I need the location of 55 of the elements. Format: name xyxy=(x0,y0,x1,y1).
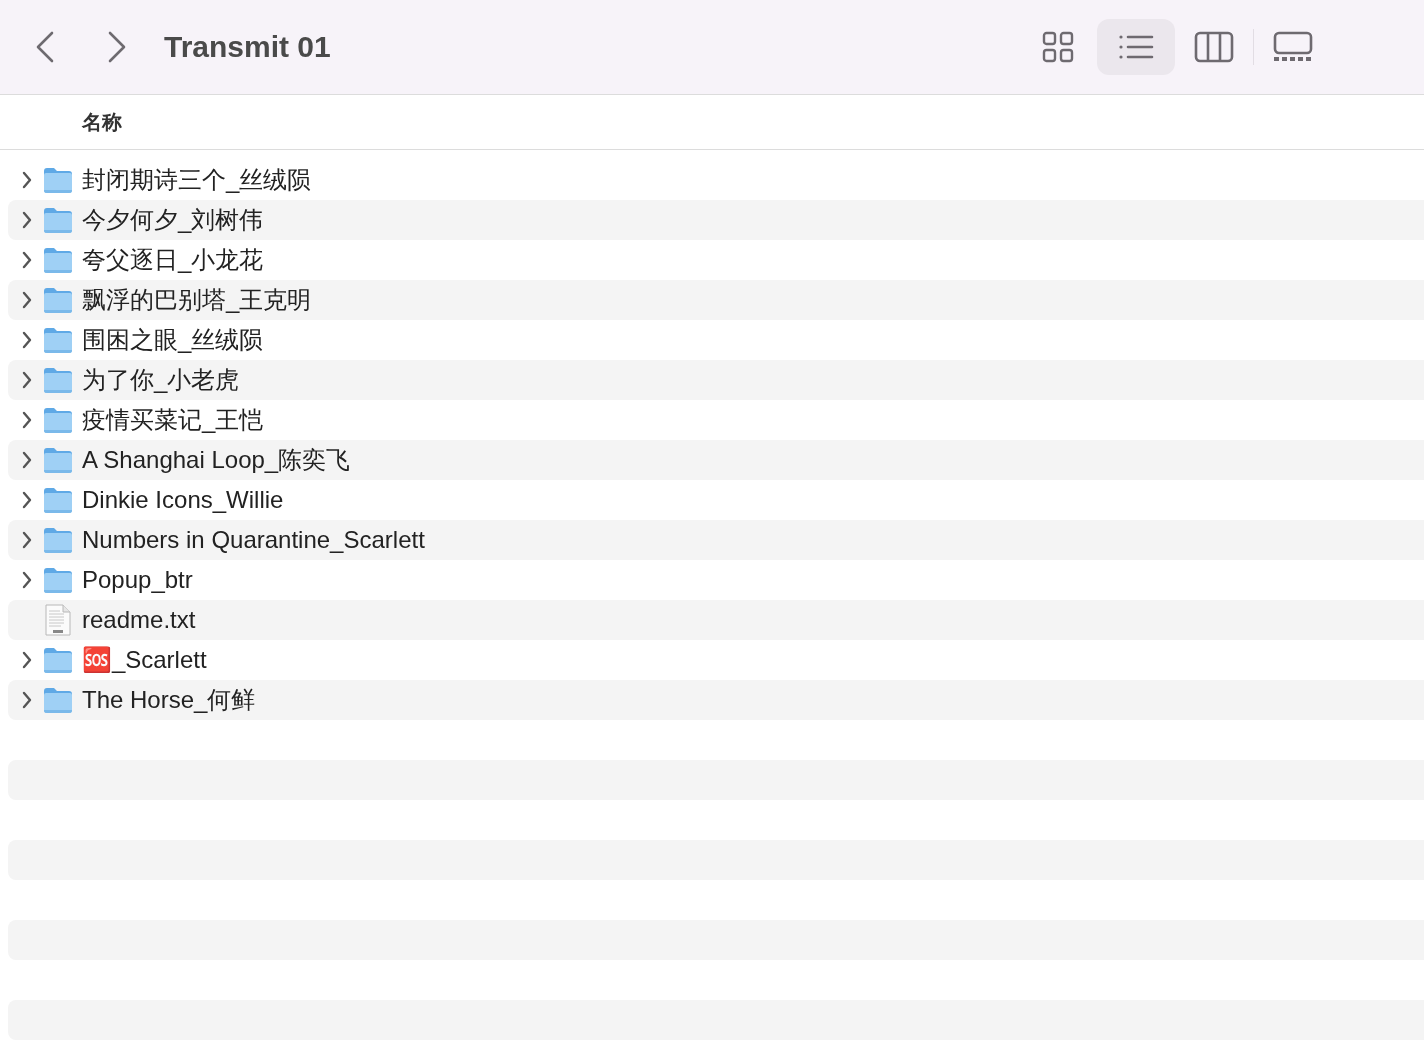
file-name: 为了你_小老虎 xyxy=(82,365,240,395)
folder-icon xyxy=(42,366,74,394)
file-name: 今夕何夕_刘树伟 xyxy=(82,205,264,235)
file-name: A Shanghai Loop_陈奕飞 xyxy=(82,445,351,475)
file-row[interactable]: 今夕何夕_刘树伟 xyxy=(8,200,1424,240)
disclosure-chevron-icon[interactable] xyxy=(21,331,33,349)
file-row[interactable]: Numbers in Quarantine_Scarlett xyxy=(8,520,1424,560)
folder-icon xyxy=(42,326,74,354)
disclosure-chevron-icon[interactable] xyxy=(21,411,33,429)
window-title: Transmit 01 xyxy=(164,30,332,64)
folder-icon xyxy=(42,566,74,594)
disclosure-chevron-icon[interactable] xyxy=(21,651,33,669)
disclosure-chevron-icon[interactable] xyxy=(21,451,33,469)
file-row[interactable]: 为了你_小老虎 xyxy=(8,360,1424,400)
file-name: readme.txt xyxy=(82,606,196,634)
folder-icon xyxy=(42,646,74,674)
text-file-icon xyxy=(45,604,71,636)
columns-view-icon xyxy=(1194,31,1234,63)
list-view-icon xyxy=(1118,33,1154,61)
file-name: 🆘_Scarlett xyxy=(82,646,207,674)
disclosure-chevron-icon[interactable] xyxy=(21,371,33,389)
file-row[interactable]: The Horse_何鲜 xyxy=(8,680,1424,720)
file-row[interactable]: 飘浮的巴别塔_王克明 xyxy=(8,280,1424,320)
column-header[interactable]: 名称 xyxy=(82,108,122,136)
folder-icon xyxy=(42,246,74,274)
file-name: 封闭期诗三个_丝绒陨 xyxy=(82,165,312,195)
folder-icon xyxy=(42,206,74,234)
file-name: The Horse_何鲜 xyxy=(82,685,256,715)
folder-icon xyxy=(42,486,74,514)
file-row[interactable]: readme.txt xyxy=(8,600,1424,640)
folder-icon xyxy=(42,526,74,554)
disclosure-chevron-icon[interactable] xyxy=(21,251,33,269)
file-name: Dinkie Icons_Willie xyxy=(82,486,284,514)
file-row[interactable]: A Shanghai Loop_陈奕飞 xyxy=(8,440,1424,480)
disclosure-chevron-icon[interactable] xyxy=(21,491,33,509)
disclosure-chevron-icon[interactable] xyxy=(21,571,33,589)
disclosure-chevron-icon[interactable] xyxy=(21,291,33,309)
folder-icon xyxy=(42,446,74,474)
file-name: 围困之眼_丝绒陨 xyxy=(82,325,264,355)
folder-icon xyxy=(42,286,74,314)
folder-icon xyxy=(42,406,74,434)
disclosure-chevron-icon[interactable] xyxy=(21,171,33,189)
disclosure-chevron-icon[interactable] xyxy=(21,531,33,549)
folder-icon xyxy=(42,166,74,194)
list-view-button[interactable] xyxy=(1097,19,1175,75)
file-name: 夸父逐日_小龙花 xyxy=(82,245,264,275)
grid-view-icon xyxy=(1042,31,1074,63)
file-name: Popup_btr xyxy=(82,566,193,594)
disclosure-chevron-icon[interactable] xyxy=(21,211,33,229)
gallery-view-icon xyxy=(1273,31,1313,63)
file-name: 疫情买菜记_王恺 xyxy=(82,405,264,435)
file-name: Numbers in Quarantine_Scarlett xyxy=(82,526,425,554)
folder-icon xyxy=(42,686,74,714)
file-name: 飘浮的巴别塔_王克明 xyxy=(82,285,312,315)
disclosure-chevron-icon[interactable] xyxy=(21,691,33,709)
